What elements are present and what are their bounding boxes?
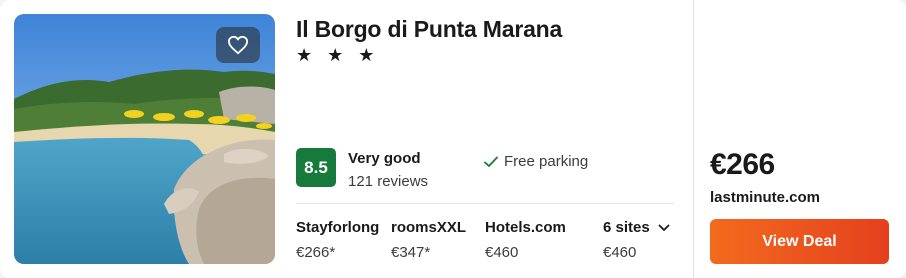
hotel-photo[interactable] [14,14,275,264]
provider-name: Stayforlong [296,219,380,236]
best-price: €266 [710,148,775,181]
review-score-label: Very good [348,150,421,167]
provider-price: €266* [296,244,336,261]
provider-price: €347* [391,244,431,261]
amenity-label: Free parking [504,153,589,170]
check-icon [484,156,498,167]
chevron-down-icon [658,224,670,231]
favorite-button[interactable] [216,27,260,63]
more-sites-toggle[interactable]: 6 sites [603,219,670,236]
star-rating: ★ ★ ★ [296,45,380,65]
review-score-badge: 8.5 [296,148,336,187]
amenity-free-parking: Free parking [484,153,588,170]
provider-price: €460 [603,244,637,261]
hotel-name[interactable]: Il Borgo di Punta Marana [296,16,562,43]
heart-icon [228,35,248,55]
hotel-result-card[interactable]: Il Borgo di Punta Marana ★ ★ ★ 8.5 Very … [0,0,906,278]
view-deal-button[interactable]: View Deal [710,219,889,264]
hotel-info: Il Borgo di Punta Marana ★ ★ ★ 8.5 Very … [296,0,676,278]
provider-hotels-com[interactable]: Hotels.com €460 [485,219,566,261]
provider-name: Hotels.com [485,219,566,236]
provider-price: €460 [485,244,519,261]
divider [296,203,674,204]
column-divider [693,0,694,278]
provider-more-sites[interactable]: 6 sites €460 [603,219,670,261]
provider-name: 6 sites [603,219,650,236]
best-deal: €266 lastminute.com View Deal [710,0,890,278]
deal-site: lastminute.com [710,189,821,206]
review-count[interactable]: 121 reviews [348,173,428,190]
provider-stayforlong[interactable]: Stayforlong €266* [296,219,379,261]
provider-roomsxxl[interactable]: roomsXXL €347* [391,219,466,261]
provider-name: roomsXXL [391,219,467,236]
